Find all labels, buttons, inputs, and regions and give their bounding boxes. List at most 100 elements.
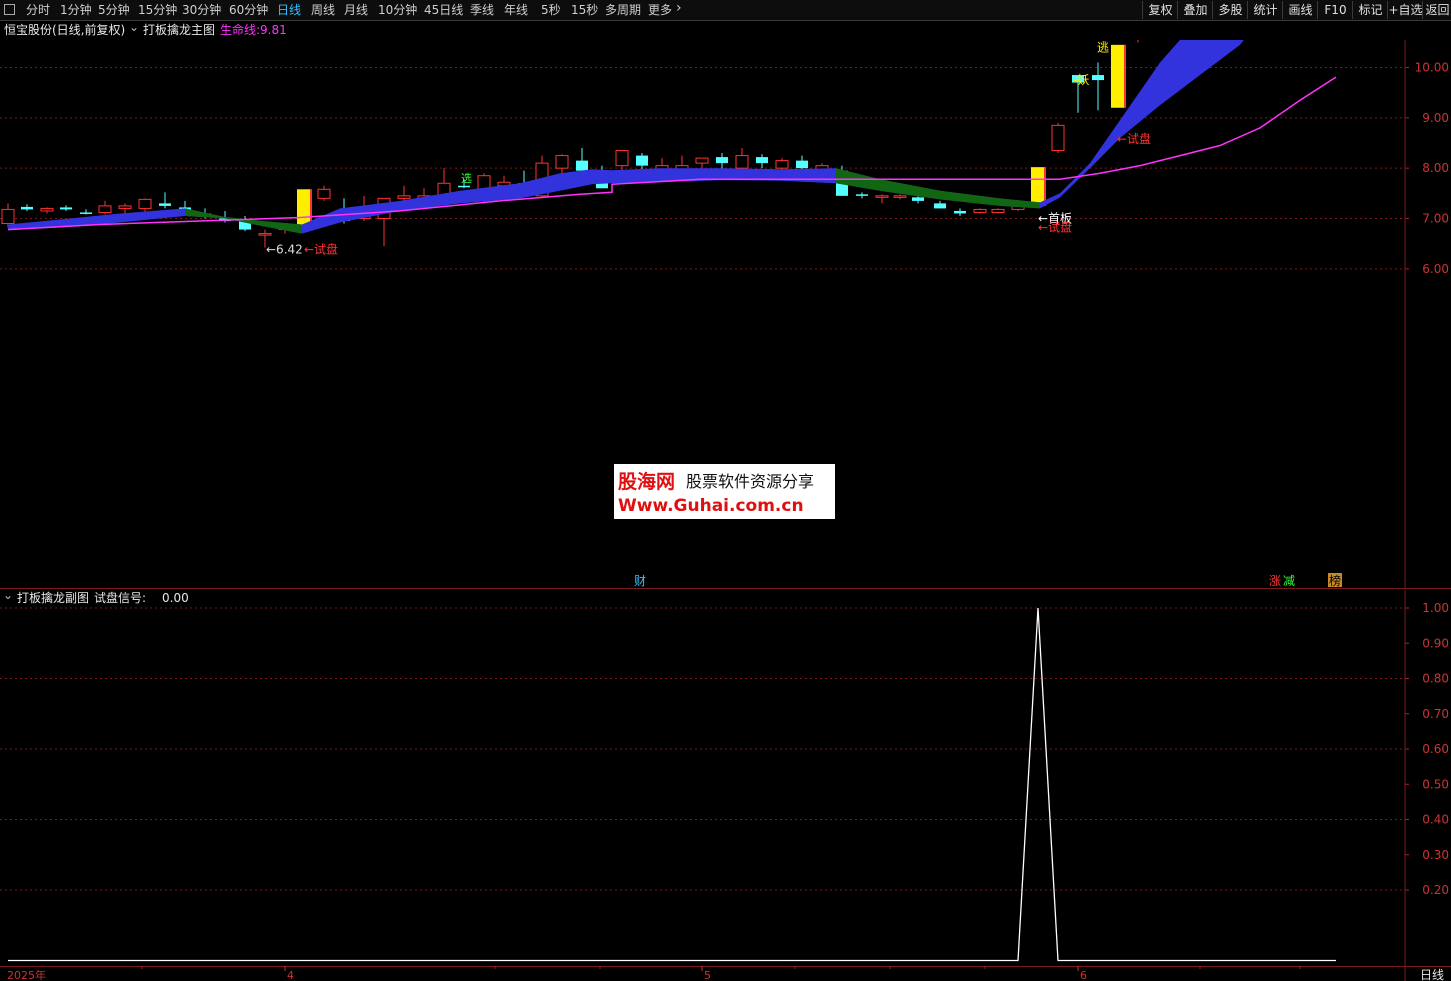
signal-axis: 1.00 0.90 0.80 0.70 0.60 0.50 0.40 0.30 0.20 [0,601,1449,897]
toolbar-button-1[interactable]: 叠加 [1177,1,1213,19]
signal-tick: 0.60 [1422,742,1449,756]
price-tick: 8.00 [1422,161,1449,175]
chevron-right-icon[interactable]: › [676,0,682,16]
candle [317,185,331,201]
main-indicator-name[interactable]: 打板擒龙主图 [143,21,215,39]
toolbar-button-0[interactable]: 复权 [1142,1,1178,19]
candle [60,205,72,211]
candle [934,200,946,209]
try-label-2: ←试盘 [1038,220,1072,235]
candle [138,198,152,213]
list-tag[interactable]: 榜 [1329,573,1341,588]
watermark-url: Www.Guhai.com.cn [618,496,804,516]
candle [954,208,966,216]
signal-tick: 1.00 [1422,601,1449,615]
candle [1031,167,1046,206]
candle [1,203,15,228]
candle [1137,40,1139,43]
candle [973,208,987,214]
year-label: 2025年 [7,968,46,981]
pane-divider[interactable] [0,588,1451,589]
tab-period-3[interactable]: 15分钟 [138,2,177,18]
candle [159,192,171,209]
finance-tag[interactable]: 财 [634,574,646,588]
toolbar-button-2[interactable]: 多股 [1212,1,1248,19]
signal-tick: 0.50 [1422,777,1449,791]
tab-period-8[interactable]: 月线 [344,2,368,18]
tab-period-0[interactable]: 分时 [26,2,50,18]
tab-period-16[interactable]: 更多 [648,2,672,18]
tab-period-11[interactable]: 季线 [470,2,494,18]
candle [991,208,1005,214]
signal-tick: 0.20 [1422,883,1449,897]
price-tick: 7.00 [1422,211,1449,225]
month-label: 6 [1080,969,1087,981]
signal-tick: 0.70 [1422,707,1449,721]
candle [735,148,749,171]
candle [1111,44,1126,108]
candle [21,204,33,211]
escape-label-1: 逃 [1097,40,1109,54]
toolbar-button-3[interactable]: 统计 [1247,1,1283,19]
tab-period-15[interactable]: 多周期 [605,2,641,18]
signal-tick: 0.40 [1422,813,1449,827]
period-toolbar: 分时 1分钟 5分钟 15分钟 30分钟 60分钟 日线 周线 月线 10分钟 45日线 季线 年线 5秒… [0,0,1451,21]
tab-period-2[interactable]: 5分钟 [98,2,130,18]
lifeline-label: 生命线: [220,23,261,37]
month-label: 5 [704,969,711,981]
candle [893,194,907,200]
candle [98,200,112,215]
price-tick: 10.00 [1415,61,1449,75]
candle [555,154,569,174]
toolbar-button-8[interactable]: 返回 [1422,1,1451,19]
low-price-label: ←6.42 [266,243,303,257]
tab-period-12[interactable]: 年线 [504,2,528,18]
time-axis: 2025年 4 5 6 日线 [0,966,1451,981]
signal-tick: 0.30 [1422,848,1449,862]
tab-period-1[interactable]: 1分钟 [60,2,92,18]
period-label[interactable]: 日线 [1420,968,1444,981]
chevron-down-icon[interactable]: ⌄ [129,18,139,36]
stock-title: 恒宝股份(日线,前复权) [4,23,126,37]
window-icon[interactable] [4,4,15,15]
sub-chart[interactable]: 1.00 0.90 0.80 0.70 0.60 0.50 0.40 0.30 0.20 [0,590,1451,966]
limit-up-tag[interactable]: 涨 [1269,573,1281,588]
tab-period-7[interactable]: 周线 [311,2,335,18]
candle [875,194,889,204]
main-chart[interactable]: 16.0015.0014.0013.0012.0011.0010.009.008… [0,40,1451,588]
candle [118,203,132,214]
lifeline-value: 9.81 [260,23,287,37]
watermark-brand: 股海网 [618,470,675,493]
tab-period-9[interactable]: 10分钟 [378,2,417,18]
price-tick: 9.00 [1422,111,1449,125]
toolbar-button-5[interactable]: F10 [1317,1,1353,19]
try-label-1: ←试盘 [304,242,338,257]
price-tick: 6.00 [1422,262,1449,276]
price-axis: 16.0015.0014.0013.0012.0011.0010.009.008… [1405,61,1449,276]
candle [1092,62,1104,111]
try-signal-line [8,607,1336,962]
watermark: 股海网 股票软件资源分享 Www.Guhai.com.cn [614,464,835,519]
candle [856,192,868,199]
candle [615,150,629,171]
watermark-slogan: 股票软件资源分享 [686,472,814,491]
demon-label: -妖 [1073,73,1089,87]
reduce-tag[interactable]: 减 [1283,574,1295,588]
tab-period-6[interactable]: 日线 [277,2,301,18]
trend-band-green [836,168,1040,209]
candle [756,154,768,169]
candle [40,207,54,214]
select-label: 选 [461,172,472,185]
tab-period-14[interactable]: 15秒 [571,2,598,18]
tab-period-10[interactable]: 45日线 [424,2,463,18]
signal-tick: 0.90 [1422,636,1449,650]
toolbar-button-7[interactable]: +自选 [1387,1,1423,19]
month-label: 4 [287,969,294,981]
tab-period-4[interactable]: 30分钟 [182,2,221,18]
try-label-3: ←试盘 [1117,131,1151,146]
candle [80,209,92,215]
tab-period-13[interactable]: 5秒 [541,2,561,18]
toolbar-button-4[interactable]: 画线 [1282,1,1318,19]
toolbar-button-6[interactable]: 标记 [1352,1,1388,19]
tab-period-5[interactable]: 60分钟 [229,2,268,18]
